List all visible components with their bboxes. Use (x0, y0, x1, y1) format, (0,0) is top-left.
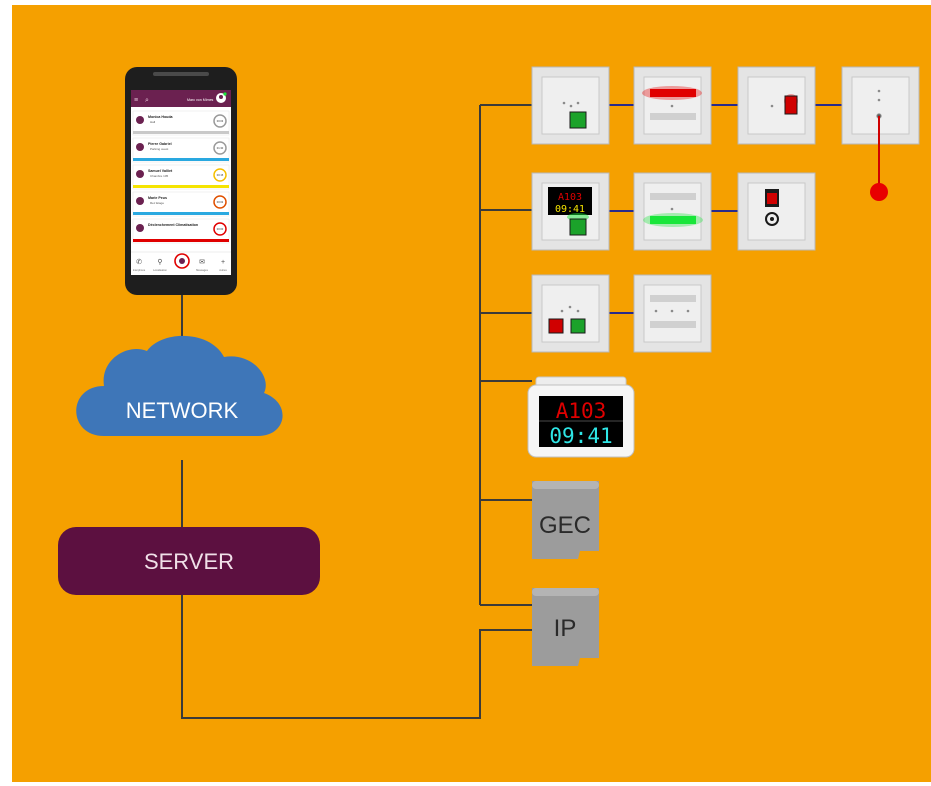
alert-timer: 01:30 (217, 146, 224, 150)
alert-priority-stripe (133, 239, 229, 242)
green-cancel-button[interactable] (570, 318, 586, 334)
alert-priority-stripe (133, 185, 229, 188)
network-label: NETWORK (126, 398, 239, 423)
corridor-display: A103 09:41 (527, 376, 635, 458)
location-pin-icon[interactable]: ⚲ (157, 258, 162, 266)
red-indicator-lamp (650, 89, 696, 97)
green-indicator-lamp (650, 216, 696, 224)
module-call-point (531, 66, 610, 145)
plus-icon[interactable]: + (221, 259, 225, 266)
red-call-button[interactable] (548, 318, 564, 334)
alert-name: Pierre Gabriel (148, 142, 172, 146)
alert-card[interactable]: Déclenchement Climatisation 00:00 (132, 218, 230, 244)
gec-label: GEC (539, 512, 591, 539)
green-cancel-button[interactable] (569, 111, 587, 129)
alert-type-icon (136, 224, 144, 232)
alert-card[interactable]: Marie PeusRez Etage 00:02 (132, 191, 230, 217)
gateway-gec: GEC (532, 481, 599, 559)
search-icon[interactable]: ⌕ (145, 97, 149, 104)
display-time: 09:41 (549, 424, 612, 448)
menu-icon[interactable]: ≡ (134, 97, 138, 104)
terminal-room: A103 (558, 192, 582, 203)
alert-timer: 00:15 (217, 173, 224, 177)
nav-label: Localisation (153, 268, 167, 272)
server-block: SERVER (58, 527, 320, 595)
server-label: SERVER (144, 549, 234, 574)
alert-location: Hall (150, 120, 156, 124)
module-pull-cord-switch (737, 66, 816, 145)
alert-name: Déclenchement Climatisation (148, 223, 198, 227)
module-call-jack (737, 172, 816, 251)
alert-type-icon (136, 143, 144, 151)
alert-priority-stripe (133, 158, 229, 161)
red-call-button[interactable] (784, 95, 798, 115)
alert-name: Monica Houda (148, 115, 174, 119)
module-room-terminal: A103 09:41 (531, 172, 610, 251)
pull-cord-handle[interactable] (870, 183, 888, 201)
alert-name: Samuel Valliet (148, 169, 173, 173)
alert-location: Chambre 105 (150, 174, 169, 178)
display-room: A103 (556, 399, 607, 423)
alert-priority-stripe (133, 131, 229, 134)
alert-card[interactable]: Samuel VallietChambre 105 00:15 (132, 164, 230, 190)
green-presence-button[interactable] (569, 218, 587, 236)
nav-label: Messages (196, 268, 209, 272)
module-corridor-lamp-green (633, 172, 712, 251)
module-call-cancel-panel (531, 274, 610, 353)
messages-icon[interactable]: ✉ (199, 259, 205, 266)
diagram-canvas: ≡ ⌕ Marc von Mimes Monica Houda Hall 00:03… (12, 5, 931, 782)
alert-location: Rez Etage (150, 201, 164, 205)
alert-timer: 00:02 (217, 200, 224, 204)
alert-name: Marie Peus (148, 196, 167, 200)
smartphone: ≡ ⌕ Marc von Mimes Monica HoudaHall 00:03… (125, 67, 237, 295)
alert-timer: 00:00 (217, 227, 224, 231)
phone-icon[interactable]: ✆ (136, 258, 142, 266)
phone-speaker (153, 72, 209, 76)
alert-list: Monica HoudaHall 00:03 Pierre GabrielParki… (132, 110, 230, 244)
alert-card[interactable]: Pierre GabrielParking ouest 01:30 (132, 137, 230, 163)
nav-label: Interphone (133, 268, 146, 272)
alert-card[interactable]: Monica HoudaHall 00:03 (132, 110, 230, 136)
nav-label: Autres (219, 268, 227, 272)
alert-priority-stripe (133, 212, 229, 215)
nav-item[interactable] (174, 253, 190, 269)
alert-timer: 00:03 (217, 119, 224, 123)
alert-type-icon (136, 197, 144, 205)
red-call-button[interactable] (767, 193, 777, 204)
alert-type-icon (136, 116, 144, 124)
gateway-ip: IP (532, 588, 599, 666)
online-status-dot (223, 92, 227, 96)
ip-label: IP (554, 615, 577, 642)
alert-location: Parking ouest (150, 147, 169, 151)
alert-type-icon (136, 170, 144, 178)
system-architecture-diagram: ≡ ⌕ Marc von Mimes Monica HoudaHall 00:03… (12, 5, 931, 782)
header-user: Marc von Mimes (187, 98, 214, 102)
module-corridor-lamp-off (633, 274, 712, 353)
module-corridor-lamp-red (633, 66, 712, 145)
